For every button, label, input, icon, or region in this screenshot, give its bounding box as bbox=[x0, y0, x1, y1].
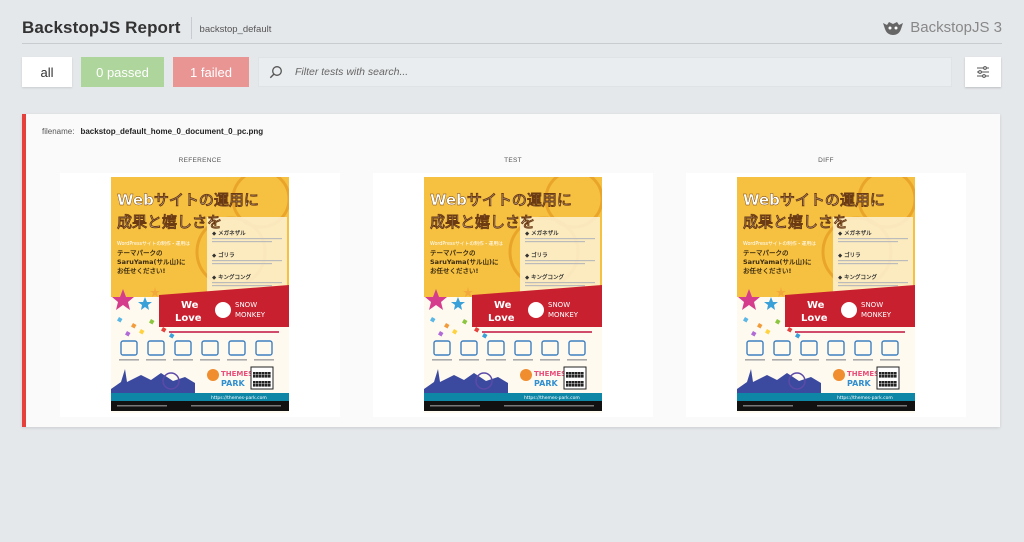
filter-passed-button[interactable]: 0 passed bbox=[81, 57, 164, 87]
svg-text:THEMES: THEMES bbox=[221, 370, 253, 378]
svg-text:◆ ゴリラ: ◆ ゴリラ bbox=[525, 251, 548, 259]
svg-text:We: We bbox=[181, 300, 199, 311]
svg-text:テーマパークの: テーマパークの bbox=[743, 248, 789, 257]
sliders-icon bbox=[977, 66, 989, 78]
svg-text:◆ キングコング: ◆ キングコング bbox=[525, 273, 564, 281]
svg-text:PARK: PARK bbox=[534, 379, 558, 388]
svg-text:◆ メガネザル: ◆ メガネザル bbox=[525, 229, 559, 237]
svg-text:テーマパークの: テーマパークの bbox=[430, 248, 476, 257]
header-divider bbox=[190, 16, 192, 39]
reference-label: REFERENCE bbox=[178, 157, 222, 164]
svg-text:SNOW: SNOW bbox=[861, 301, 883, 309]
svg-text:https://themes-park.com: https://themes-park.com bbox=[837, 395, 893, 401]
header: BackstopJS Report backstop_default Backs… bbox=[22, 12, 1002, 44]
svg-text:成果と嬉しさを: 成果と嬉しさを bbox=[743, 213, 848, 231]
filename-value: backstop_default_home_0_document_0_pc.pn… bbox=[80, 127, 264, 136]
test-image[interactable]: Webサイトの運用に 成果と嬉しさを ◆ メガネザル ◆ ゴリラ ◆ キングコング Wor… bbox=[373, 173, 653, 417]
diff-label: DIFF bbox=[818, 157, 834, 164]
svg-text:SaruYama(サル山)に: SaruYama(サル山)に bbox=[430, 257, 499, 266]
svg-text:◆ キングコング: ◆ キングコング bbox=[838, 273, 877, 281]
svg-text:WordPressサイトの制作・運用は: WordPressサイトの制作・運用は bbox=[743, 240, 816, 247]
toolbar: all 0 passed 1 failed bbox=[22, 57, 1002, 87]
svg-text:◆ メガネザル: ◆ メガネザル bbox=[212, 229, 246, 237]
svg-text:テーマパークの: テーマパークの bbox=[117, 248, 163, 257]
svg-text:PARK: PARK bbox=[847, 379, 871, 388]
reference-screenshot: Webサイトの運用に成果と嬉しさを◆ メガネザル ◆ ゴリラ ◆ キングコング Wor… bbox=[111, 177, 289, 413]
svg-text:WordPressサイトの制作・運用は: WordPressサイトの制作・運用は bbox=[430, 240, 503, 247]
monkey-logo-icon bbox=[883, 21, 904, 35]
svg-text:◆ キングコング: ◆ キングコング bbox=[212, 273, 251, 281]
brand-name: BackstopJS 3 bbox=[910, 19, 1002, 36]
settings-button[interactable] bbox=[965, 57, 1001, 87]
svg-text:お任せください!: お任せください! bbox=[430, 266, 479, 275]
svg-text:https://themes-park.com: https://themes-park.com bbox=[211, 395, 267, 401]
svg-text:PARK: PARK bbox=[221, 379, 245, 388]
svg-text:THEMES: THEMES bbox=[534, 370, 566, 378]
svg-text:We: We bbox=[494, 300, 512, 311]
report-page: BackstopJS Report backstop_default Backs… bbox=[0, 0, 1024, 542]
test-screenshot: Webサイトの運用に成果と嬉しさを◆ メガネザル ◆ ゴリラ ◆ キングコング Wor… bbox=[424, 177, 602, 413]
search-icon bbox=[269, 66, 282, 79]
svg-text:SaruYama(サル山)に: SaruYama(サル山)に bbox=[117, 257, 186, 266]
filter-failed-button[interactable]: 1 failed bbox=[173, 57, 249, 87]
filename-row: filename: backstop_default_home_0_documen… bbox=[42, 127, 263, 136]
svg-text:WordPressサイトの制作・運用は: WordPressサイトの制作・運用は bbox=[117, 240, 190, 247]
diff-image[interactable]: Webサイトの運用に 成果と嬉しさを ◆ メガネザル ◆ ゴリラ ◆ キングコング Wor… bbox=[686, 173, 966, 417]
svg-text:Webサイトの運用に: Webサイトの運用に bbox=[743, 191, 885, 209]
svg-text:◆ ゴリラ: ◆ ゴリラ bbox=[212, 251, 235, 259]
brand: BackstopJS 3 bbox=[882, 19, 1002, 36]
page-title: BackstopJS Report bbox=[22, 17, 181, 37]
svg-text:Love: Love bbox=[175, 313, 202, 324]
test-card[interactable]: filename: backstop_default_home_0_documen… bbox=[22, 114, 1000, 427]
svg-text:Webサイトの運用に: Webサイトの運用に bbox=[117, 191, 259, 209]
svg-text:MONKEY: MONKEY bbox=[548, 311, 579, 319]
svg-text:Love: Love bbox=[801, 313, 828, 324]
svg-text:お任せください!: お任せください! bbox=[743, 266, 792, 275]
svg-text:MONKEY: MONKEY bbox=[235, 311, 266, 319]
test-label: TEST bbox=[504, 157, 522, 164]
search-box bbox=[258, 57, 952, 87]
svg-text:Love: Love bbox=[488, 313, 515, 324]
filename-label: filename: bbox=[42, 127, 75, 136]
svg-text:We: We bbox=[807, 300, 825, 311]
svg-text:成果と嬉しさを: 成果と嬉しさを bbox=[117, 213, 222, 231]
svg-text:SNOW: SNOW bbox=[235, 301, 257, 309]
search-input[interactable] bbox=[295, 66, 951, 78]
svg-text:◆ メガネザル: ◆ メガネザル bbox=[838, 229, 872, 237]
svg-text:THEMES: THEMES bbox=[847, 370, 879, 378]
svg-text:お任せください!: お任せください! bbox=[117, 266, 166, 275]
filter-all-button[interactable]: all bbox=[22, 57, 72, 87]
reference-image[interactable]: Webサイトの運用に 成果と嬉しさを ◆ メガネザル ◆ ゴリラ ◆ キングコング Wor… bbox=[60, 173, 340, 417]
svg-text:https://themes-park.com: https://themes-park.com bbox=[524, 395, 580, 401]
svg-text:◆ ゴリラ: ◆ ゴリラ bbox=[838, 251, 861, 259]
svg-text:SaruYama(サル山)に: SaruYama(サル山)に bbox=[743, 257, 812, 266]
svg-text:SNOW: SNOW bbox=[548, 301, 570, 309]
project-name: backstop_default bbox=[199, 23, 272, 35]
svg-text:Webサイトの運用に: Webサイトの運用に bbox=[430, 191, 572, 209]
svg-text:成果と嬉しさを: 成果と嬉しさを bbox=[430, 213, 535, 231]
svg-text:MONKEY: MONKEY bbox=[861, 311, 892, 319]
diff-screenshot: Webサイトの運用に成果と嬉しさを◆ メガネザル ◆ ゴリラ ◆ キングコング Wor… bbox=[737, 177, 915, 413]
